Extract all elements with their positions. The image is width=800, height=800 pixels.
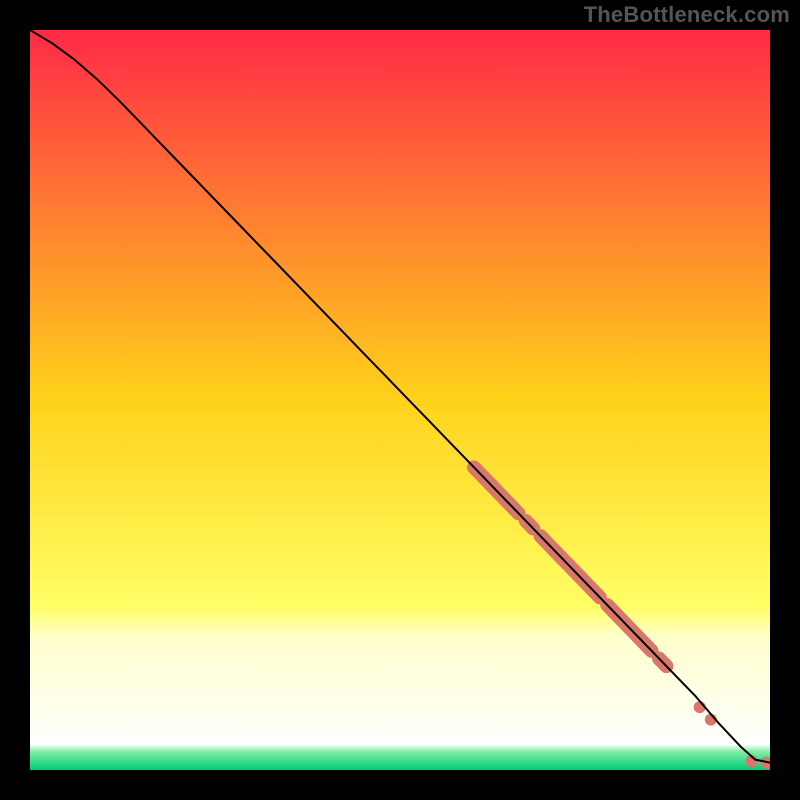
watermark-text: TheBottleneck.com xyxy=(584,2,790,28)
plot-frame xyxy=(30,30,770,770)
plot-svg xyxy=(30,30,770,770)
chart-stage: TheBottleneck.com xyxy=(0,0,800,800)
